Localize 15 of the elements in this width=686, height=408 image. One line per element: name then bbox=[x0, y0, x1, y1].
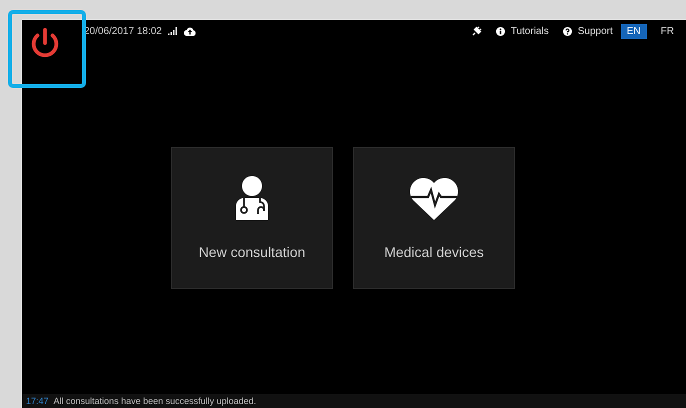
info-icon[interactable] bbox=[496, 26, 505, 36]
date-time: 20/06/2017 18:02 bbox=[84, 26, 162, 36]
heart-pulse-icon bbox=[409, 176, 459, 220]
help-icon[interactable] bbox=[562, 26, 572, 36]
language-option[interactable]: FR bbox=[654, 24, 680, 38]
tutorials-link[interactable]: Tutorials bbox=[496, 26, 549, 36]
language-option[interactable]: EN bbox=[620, 24, 647, 38]
plug-icon[interactable] bbox=[472, 26, 482, 36]
cloud-upload-icon bbox=[184, 26, 196, 36]
support-link[interactable]: Support bbox=[562, 26, 613, 36]
signal-icon bbox=[168, 27, 178, 35]
new-consultation-tile[interactable]: New consultation bbox=[171, 147, 333, 289]
medical-devices-tile[interactable]: Medical devices bbox=[353, 147, 515, 289]
status-message: All consultations have been successfully uploaded. bbox=[54, 396, 256, 406]
status-time: 17:47 bbox=[26, 396, 49, 406]
